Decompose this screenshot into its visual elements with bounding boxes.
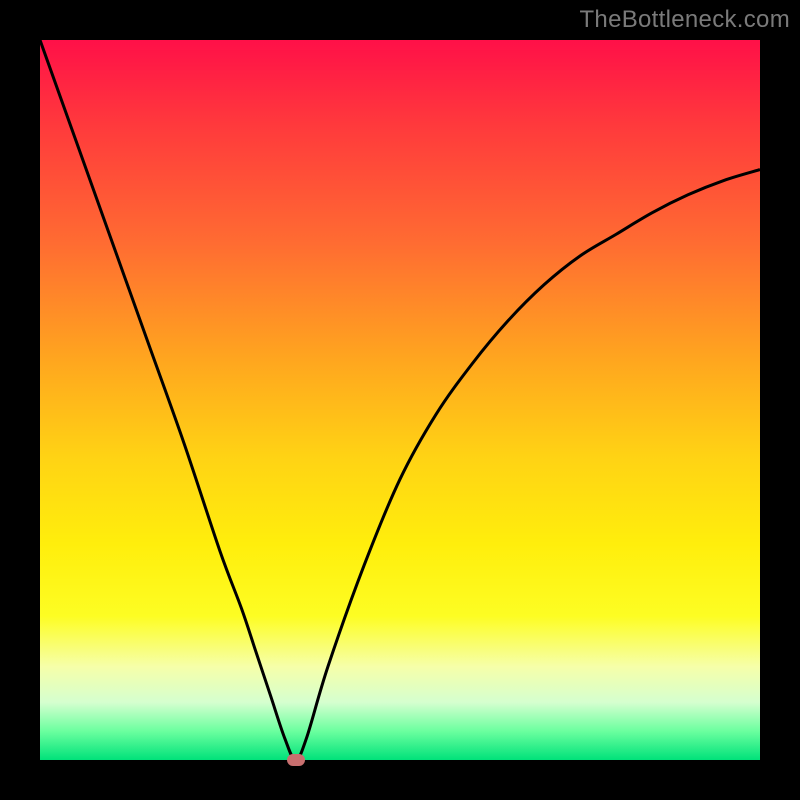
curve-path [40,40,760,760]
plot-area [40,40,760,760]
watermark-text: TheBottleneck.com [579,6,790,34]
chart-frame: TheBottleneck.com [0,0,800,800]
bottleneck-curve [40,40,760,760]
optimal-point-marker [287,754,305,766]
